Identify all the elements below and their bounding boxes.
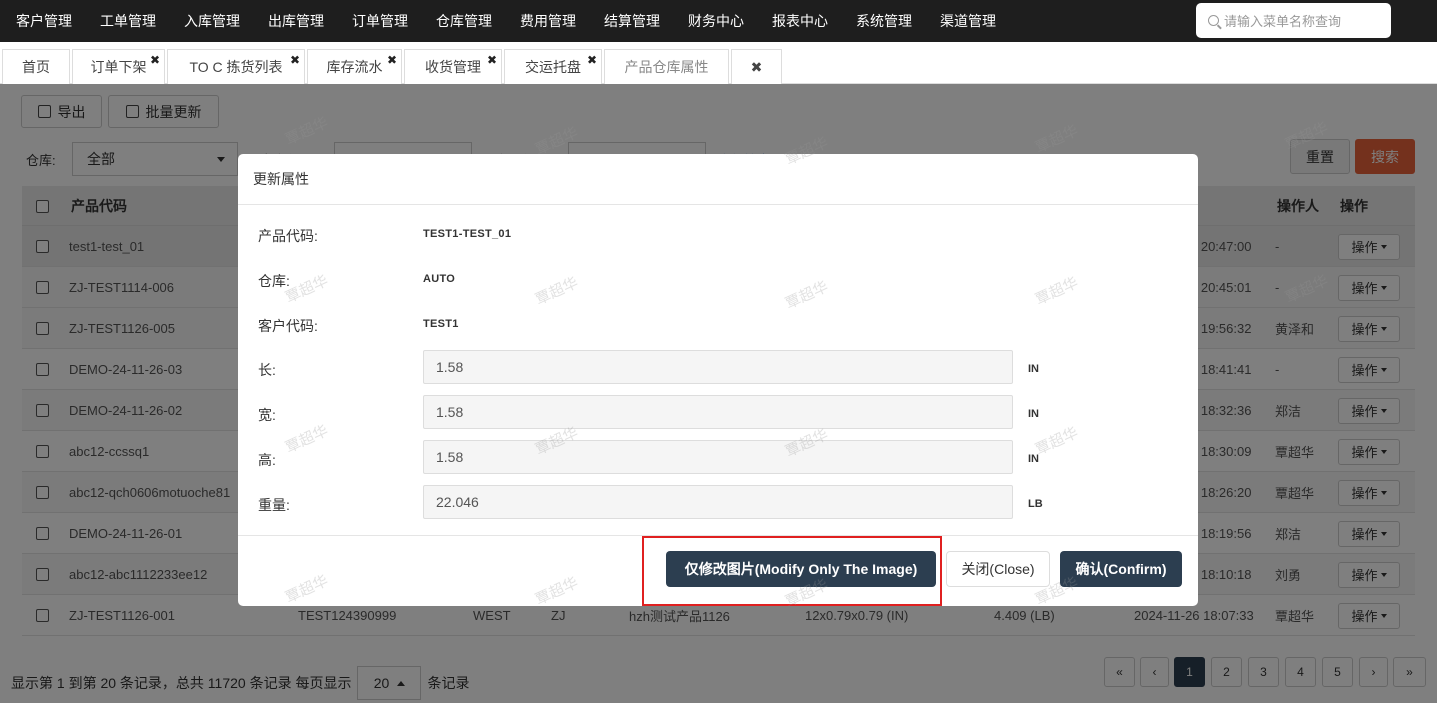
menu-customer[interactable]: 客户管理 [16,11,72,31]
main-menu: 客户管理 工单管理 入库管理 出库管理 订单管理 仓库管理 费用管理 结算管理 … [0,0,1024,42]
tab-pallet[interactable]: 交运托盘 ✖ [504,49,602,84]
search-icon [1208,15,1219,26]
menu-finance[interactable]: 财务中心 [688,11,744,31]
height-input[interactable]: 1.58 [423,440,1013,474]
tab-product-warehouse-attr[interactable]: 产品仓库属性 [604,49,729,84]
width-input[interactable]: 1.58 [423,395,1013,429]
product-code-value: TEST1-TEST_01 [423,228,512,240]
close-label: 关闭(Close) [961,561,1035,577]
height-label: 高: [258,452,276,468]
menu-work-order[interactable]: 工单管理 [100,11,156,31]
menu-channel[interactable]: 渠道管理 [940,11,996,31]
menu-fees[interactable]: 费用管理 [520,11,576,31]
tab-label: TO C 拣货列表 [189,59,283,75]
length-unit: IN [1028,363,1039,375]
height-unit: IN [1028,453,1039,465]
menu-inbound[interactable]: 入库管理 [184,11,240,31]
warehouse-label: 仓库: [258,273,290,289]
tab-home[interactable]: 首页 [2,49,70,84]
length-label: 长: [258,362,276,378]
tab-toc-picking[interactable]: TO C 拣货列表 ✖ [167,49,305,84]
menu-settlement[interactable]: 结算管理 [604,11,660,31]
close-icon[interactable]: ✖ [751,59,763,76]
search-placeholder: 请输入菜单名称查询 [1224,14,1342,29]
customer-code-value: TEST1 [423,318,459,330]
weight-value: 22.046 [436,494,479,510]
menu-reports[interactable]: 报表中心 [772,11,828,31]
weight-input[interactable]: 22.046 [423,485,1013,519]
product-code-label: 产品代码: [258,228,318,244]
close-button[interactable]: 关闭(Close) [946,551,1050,587]
customer-code-label: 客户代码: [258,318,318,334]
close-icon[interactable]: ✖ [290,53,300,67]
width-label: 宽: [258,407,276,423]
width-value: 1.58 [436,404,464,420]
weight-unit: LB [1028,498,1043,510]
warehouse-value: AUTO [423,273,456,285]
confirm-button[interactable]: 确认(Confirm) [1060,551,1182,587]
length-input[interactable]: 1.58 [423,350,1013,384]
tab-label: 产品仓库属性 [624,59,709,75]
menu-system[interactable]: 系统管理 [856,11,912,31]
tab-bar: 首页 订单下架 ✖ TO C 拣货列表 ✖ 库存流水 ✖ 收货管理 ✖ 交运托盘 ✖ 产品… [0,42,1437,84]
height-value: 1.58 [436,449,464,465]
top-navbar: 客户管理 工单管理 入库管理 出库管理 订单管理 仓库管理 费用管理 结算管理 … [0,0,1437,42]
tab-order-offshelf[interactable]: 订单下架 ✖ [72,49,165,84]
menu-order[interactable]: 订单管理 [352,11,408,31]
weight-label: 重量: [258,497,290,513]
tab-label: 订单下架 [90,59,147,75]
menu-search-input[interactable]: 请输入菜单名称查询 [1196,3,1391,38]
tab-inventory-flow[interactable]: 库存流水 ✖ [307,49,402,84]
confirm-label: 确认(Confirm) [1075,561,1167,577]
modal-title: 更新属性 [253,171,309,187]
modal-header: 更新属性 [238,154,1198,205]
highlight-box [642,536,942,606]
tab-label: 收货管理 [425,59,481,75]
tab-close-all[interactable]: ✖ [731,49,782,84]
width-unit: IN [1028,408,1039,420]
tab-label: 首页 [22,59,50,75]
tab-label: 库存流水 [326,59,383,75]
tab-receiving[interactable]: 收货管理 ✖ [404,49,502,84]
menu-warehouse[interactable]: 仓库管理 [436,11,492,31]
close-icon[interactable]: ✖ [587,53,597,67]
close-icon[interactable]: ✖ [150,53,160,67]
close-icon[interactable]: ✖ [487,53,497,67]
length-value: 1.58 [436,359,464,375]
close-icon[interactable]: ✖ [387,53,397,67]
menu-outbound[interactable]: 出库管理 [268,11,324,31]
tab-label: 交运托盘 [525,59,581,75]
